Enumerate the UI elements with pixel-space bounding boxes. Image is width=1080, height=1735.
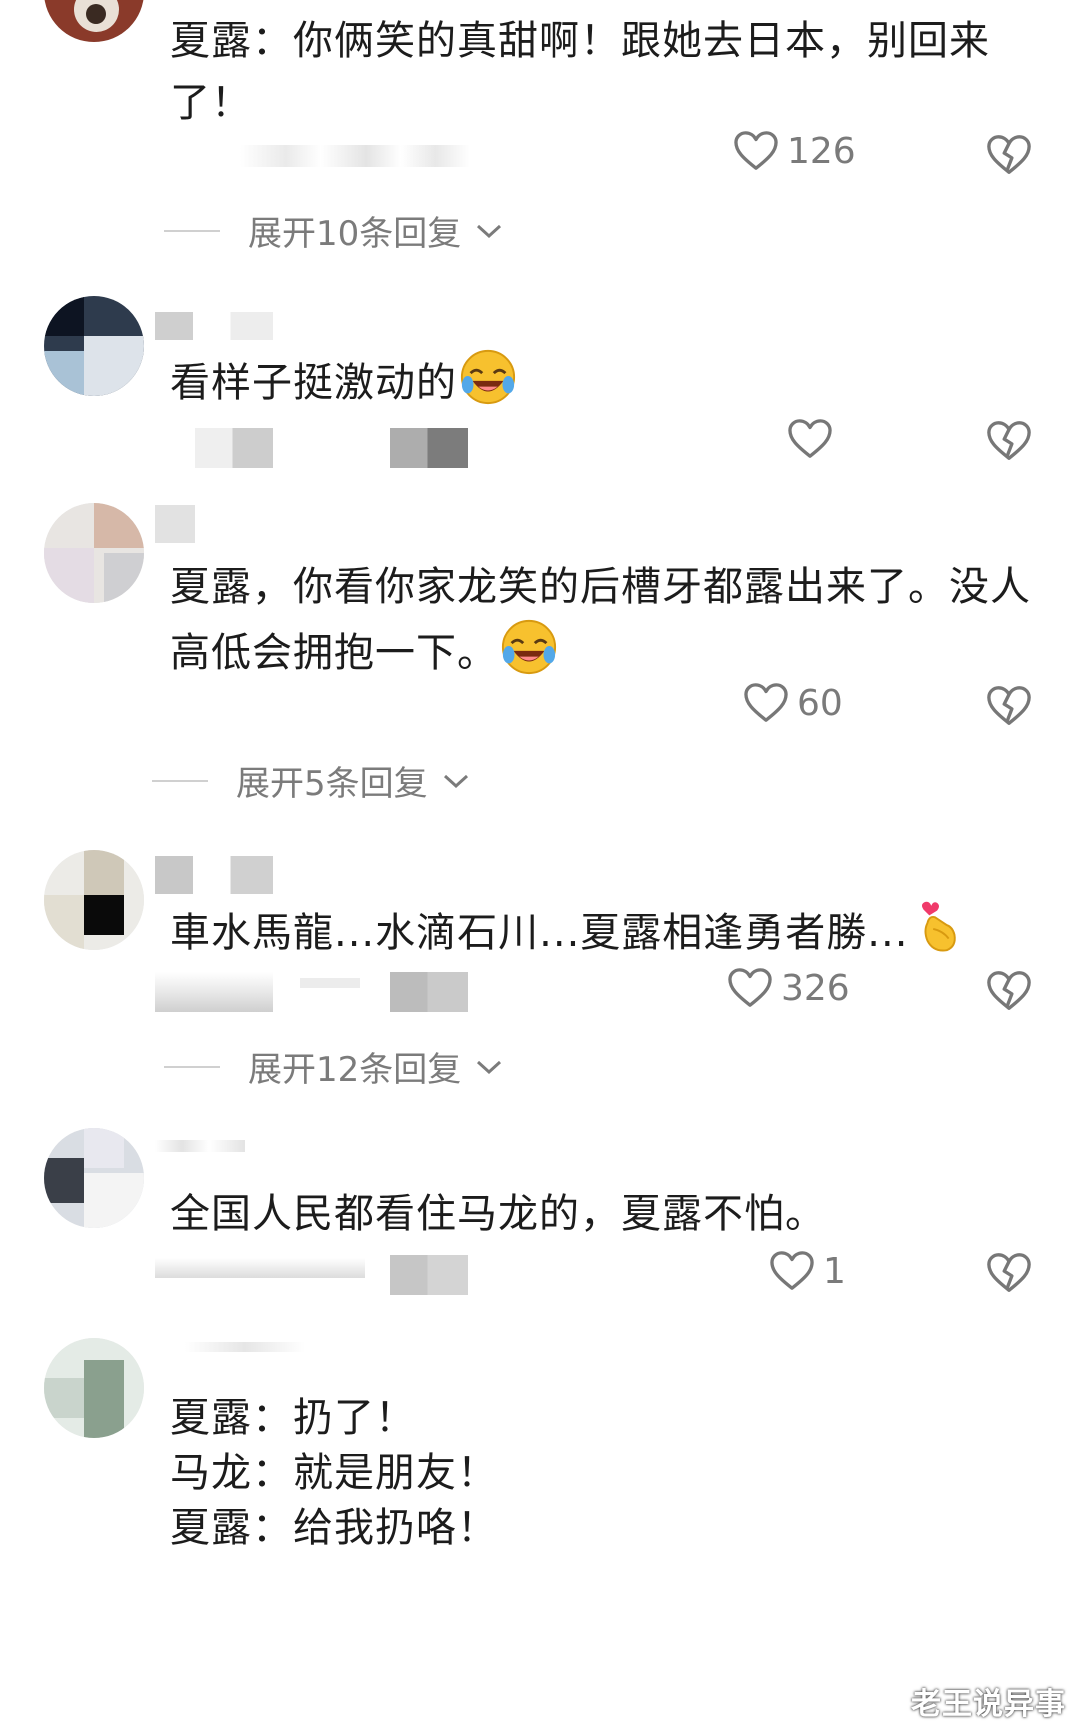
laughing-tears-emoji	[501, 619, 557, 675]
comment-meta-blurred	[195, 428, 273, 468]
comment-meta-blurred	[155, 1258, 365, 1278]
like-button[interactable]: 1	[769, 1250, 846, 1292]
comment-line: 马龙：就是朋友！	[170, 1450, 498, 1496]
like-count: 326	[781, 967, 850, 1009]
dislike-icon[interactable]	[986, 133, 1032, 177]
username-blurred	[155, 505, 195, 543]
expand-label: 展开5条回复	[236, 764, 428, 804]
chevron-down-icon	[443, 774, 468, 788]
comment-meta-blurred	[155, 972, 273, 1012]
watermark: 老王说异事	[911, 1687, 1066, 1722]
like-button[interactable]: 60	[743, 682, 843, 724]
comment-meta-blurred	[300, 978, 360, 988]
expand-replies-button[interactable]: 展开5条回复	[152, 756, 470, 805]
heart-icon	[734, 131, 778, 170]
comment-line: 夏露：给我扔咯！	[170, 1505, 498, 1551]
username-blurred	[185, 1342, 305, 1352]
username-blurred	[155, 312, 273, 340]
dislike-icon[interactable]	[986, 419, 1032, 463]
comment-meta-blurred	[390, 1255, 468, 1295]
like-button[interactable]	[787, 418, 833, 460]
avatar[interactable]	[44, 0, 144, 42]
expand-label: 展开12条回复	[248, 1050, 462, 1090]
comment-text: 車水馬龍...水滴石川...夏露相逢勇者勝...	[170, 898, 1040, 964]
expand-replies-button[interactable]: 展开12条回复	[164, 1042, 503, 1091]
heart-icon	[788, 419, 832, 458]
heart-icon	[744, 683, 788, 722]
comment-meta-blurred	[390, 428, 468, 468]
divider	[152, 779, 208, 782]
chevron-down-icon	[477, 224, 502, 238]
divider	[164, 1065, 220, 1068]
avatar[interactable]	[44, 1338, 144, 1438]
comment-text: 夏露：你俩笑的真甜啊！跟她去日本，别回来了！	[170, 18, 990, 126]
like-count: 1	[823, 1250, 846, 1292]
like-button[interactable]: 126	[733, 130, 856, 172]
heart-icon	[770, 1251, 814, 1290]
dislike-icon[interactable]	[986, 684, 1032, 728]
comment-text: 夏露，你看你家龙笑的后槽牙都露出来了。没人高低会拥抱一下。	[170, 564, 1031, 676]
chevron-down-icon	[477, 1060, 502, 1074]
avatar[interactable]	[44, 850, 144, 950]
comment-meta-blurred	[240, 145, 470, 167]
heart-icon	[728, 968, 772, 1007]
comment-meta-blurred	[390, 972, 468, 1012]
divider	[164, 229, 220, 232]
avatar[interactable]	[44, 296, 144, 396]
dislike-icon[interactable]	[986, 969, 1032, 1013]
dislike-icon[interactable]	[986, 1251, 1032, 1295]
comment-text: 全国人民都看住马龙的，夏露不怕。	[170, 1191, 826, 1237]
comment-text: 看样子挺激动的	[170, 348, 1040, 414]
expand-replies-button[interactable]: 展开10条回复	[164, 206, 503, 255]
like-count: 126	[787, 130, 856, 172]
like-count: 60	[797, 682, 843, 724]
avatar[interactable]	[44, 1128, 144, 1228]
expand-label: 展开10条回复	[248, 214, 462, 254]
username-blurred	[155, 856, 273, 894]
avatar[interactable]	[44, 503, 144, 603]
laughing-tears-emoji	[460, 349, 516, 405]
like-button[interactable]: 326	[727, 967, 850, 1009]
username-blurred	[155, 1140, 245, 1152]
finger-heart-emoji	[922, 901, 957, 952]
comment-line: 夏露：扔了！	[170, 1395, 416, 1441]
